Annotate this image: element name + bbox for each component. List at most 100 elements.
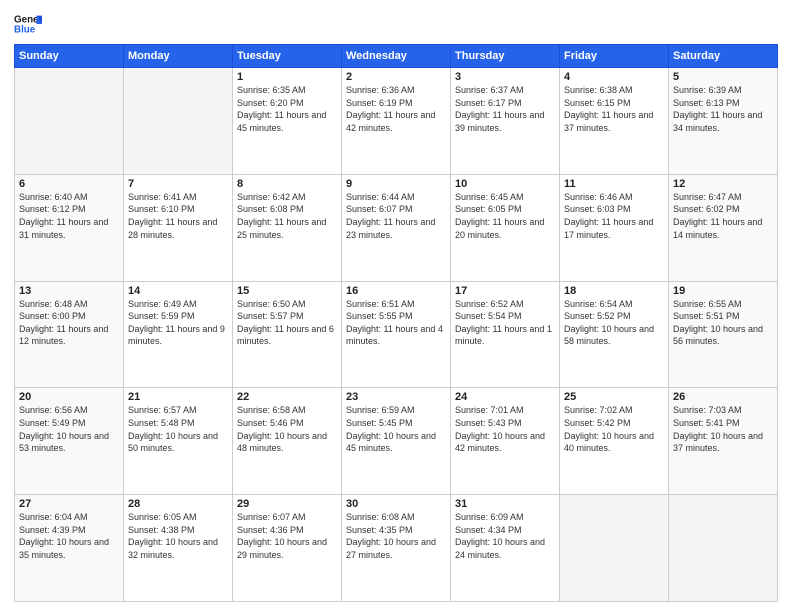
day-info: Sunrise: 6:49 AM Sunset: 5:59 PM Dayligh… [128, 298, 228, 348]
day-number: 15 [237, 285, 337, 297]
day-number: 5 [673, 71, 773, 83]
day-info: Sunrise: 6:44 AM Sunset: 6:07 PM Dayligh… [346, 191, 446, 241]
calendar-cell: 17Sunrise: 6:52 AM Sunset: 5:54 PM Dayli… [451, 281, 560, 388]
calendar-cell: 25Sunrise: 7:02 AM Sunset: 5:42 PM Dayli… [560, 388, 669, 495]
calendar-cell: 31Sunrise: 6:09 AM Sunset: 4:34 PM Dayli… [451, 495, 560, 602]
calendar-cell: 15Sunrise: 6:50 AM Sunset: 5:57 PM Dayli… [233, 281, 342, 388]
calendar-cell: 14Sunrise: 6:49 AM Sunset: 5:59 PM Dayli… [124, 281, 233, 388]
day-number: 2 [346, 71, 446, 83]
day-info: Sunrise: 6:57 AM Sunset: 5:48 PM Dayligh… [128, 404, 228, 454]
calendar-cell: 29Sunrise: 6:07 AM Sunset: 4:36 PM Dayli… [233, 495, 342, 602]
calendar-cell: 16Sunrise: 6:51 AM Sunset: 5:55 PM Dayli… [342, 281, 451, 388]
weekday-header: Friday [560, 45, 669, 68]
calendar-cell: 21Sunrise: 6:57 AM Sunset: 5:48 PM Dayli… [124, 388, 233, 495]
calendar-cell: 12Sunrise: 6:47 AM Sunset: 6:02 PM Dayli… [669, 174, 778, 281]
day-number: 8 [237, 178, 337, 190]
day-number: 6 [19, 178, 119, 190]
calendar-cell: 3Sunrise: 6:37 AM Sunset: 6:17 PM Daylig… [451, 68, 560, 175]
day-info: Sunrise: 6:54 AM Sunset: 5:52 PM Dayligh… [564, 298, 664, 348]
weekday-header: Tuesday [233, 45, 342, 68]
calendar-table: SundayMondayTuesdayWednesdayThursdayFrid… [14, 44, 778, 602]
day-number: 18 [564, 285, 664, 297]
calendar-cell: 26Sunrise: 7:03 AM Sunset: 5:41 PM Dayli… [669, 388, 778, 495]
calendar-cell: 28Sunrise: 6:05 AM Sunset: 4:38 PM Dayli… [124, 495, 233, 602]
calendar-cell: 24Sunrise: 7:01 AM Sunset: 5:43 PM Dayli… [451, 388, 560, 495]
day-info: Sunrise: 6:50 AM Sunset: 5:57 PM Dayligh… [237, 298, 337, 348]
day-info: Sunrise: 6:42 AM Sunset: 6:08 PM Dayligh… [237, 191, 337, 241]
calendar-cell: 5Sunrise: 6:39 AM Sunset: 6:13 PM Daylig… [669, 68, 778, 175]
calendar-cell: 27Sunrise: 6:04 AM Sunset: 4:39 PM Dayli… [15, 495, 124, 602]
day-number: 26 [673, 391, 773, 403]
logo-icon: General Blue [14, 10, 42, 38]
day-info: Sunrise: 6:51 AM Sunset: 5:55 PM Dayligh… [346, 298, 446, 348]
day-info: Sunrise: 7:01 AM Sunset: 5:43 PM Dayligh… [455, 404, 555, 454]
day-number: 4 [564, 71, 664, 83]
day-number: 22 [237, 391, 337, 403]
day-number: 7 [128, 178, 228, 190]
day-number: 14 [128, 285, 228, 297]
day-number: 31 [455, 498, 555, 510]
day-info: Sunrise: 6:07 AM Sunset: 4:36 PM Dayligh… [237, 511, 337, 561]
calendar-cell: 23Sunrise: 6:59 AM Sunset: 5:45 PM Dayli… [342, 388, 451, 495]
day-number: 24 [455, 391, 555, 403]
calendar-cell: 1Sunrise: 6:35 AM Sunset: 6:20 PM Daylig… [233, 68, 342, 175]
calendar-cell: 8Sunrise: 6:42 AM Sunset: 6:08 PM Daylig… [233, 174, 342, 281]
calendar-cell: 2Sunrise: 6:36 AM Sunset: 6:19 PM Daylig… [342, 68, 451, 175]
day-info: Sunrise: 6:04 AM Sunset: 4:39 PM Dayligh… [19, 511, 119, 561]
day-info: Sunrise: 6:08 AM Sunset: 4:35 PM Dayligh… [346, 511, 446, 561]
calendar-cell: 22Sunrise: 6:58 AM Sunset: 5:46 PM Dayli… [233, 388, 342, 495]
day-info: Sunrise: 6:05 AM Sunset: 4:38 PM Dayligh… [128, 511, 228, 561]
svg-text:Blue: Blue [14, 24, 36, 35]
weekday-header: Wednesday [342, 45, 451, 68]
day-number: 19 [673, 285, 773, 297]
day-info: Sunrise: 6:37 AM Sunset: 6:17 PM Dayligh… [455, 84, 555, 134]
calendar-cell: 6Sunrise: 6:40 AM Sunset: 6:12 PM Daylig… [15, 174, 124, 281]
day-number: 17 [455, 285, 555, 297]
calendar-cell [124, 68, 233, 175]
day-number: 11 [564, 178, 664, 190]
day-number: 30 [346, 498, 446, 510]
day-info: Sunrise: 6:48 AM Sunset: 6:00 PM Dayligh… [19, 298, 119, 348]
day-number: 23 [346, 391, 446, 403]
calendar-cell: 11Sunrise: 6:46 AM Sunset: 6:03 PM Dayli… [560, 174, 669, 281]
day-number: 9 [346, 178, 446, 190]
calendar-cell [15, 68, 124, 175]
day-number: 12 [673, 178, 773, 190]
calendar-cell: 7Sunrise: 6:41 AM Sunset: 6:10 PM Daylig… [124, 174, 233, 281]
day-info: Sunrise: 6:46 AM Sunset: 6:03 PM Dayligh… [564, 191, 664, 241]
day-number: 16 [346, 285, 446, 297]
day-number: 10 [455, 178, 555, 190]
day-info: Sunrise: 6:58 AM Sunset: 5:46 PM Dayligh… [237, 404, 337, 454]
calendar-cell: 30Sunrise: 6:08 AM Sunset: 4:35 PM Dayli… [342, 495, 451, 602]
weekday-header: Saturday [669, 45, 778, 68]
day-info: Sunrise: 6:39 AM Sunset: 6:13 PM Dayligh… [673, 84, 773, 134]
calendar-cell [669, 495, 778, 602]
day-number: 1 [237, 71, 337, 83]
calendar-cell: 20Sunrise: 6:56 AM Sunset: 5:49 PM Dayli… [15, 388, 124, 495]
weekday-header: Sunday [15, 45, 124, 68]
day-info: Sunrise: 6:41 AM Sunset: 6:10 PM Dayligh… [128, 191, 228, 241]
day-info: Sunrise: 6:09 AM Sunset: 4:34 PM Dayligh… [455, 511, 555, 561]
day-info: Sunrise: 6:36 AM Sunset: 6:19 PM Dayligh… [346, 84, 446, 134]
day-number: 25 [564, 391, 664, 403]
calendar-cell: 18Sunrise: 6:54 AM Sunset: 5:52 PM Dayli… [560, 281, 669, 388]
calendar-cell: 13Sunrise: 6:48 AM Sunset: 6:00 PM Dayli… [15, 281, 124, 388]
calendar-cell: 9Sunrise: 6:44 AM Sunset: 6:07 PM Daylig… [342, 174, 451, 281]
day-info: Sunrise: 7:03 AM Sunset: 5:41 PM Dayligh… [673, 404, 773, 454]
calendar-cell: 10Sunrise: 6:45 AM Sunset: 6:05 PM Dayli… [451, 174, 560, 281]
day-number: 27 [19, 498, 119, 510]
day-number: 21 [128, 391, 228, 403]
calendar-cell: 4Sunrise: 6:38 AM Sunset: 6:15 PM Daylig… [560, 68, 669, 175]
day-number: 13 [19, 285, 119, 297]
day-info: Sunrise: 6:55 AM Sunset: 5:51 PM Dayligh… [673, 298, 773, 348]
day-info: Sunrise: 6:59 AM Sunset: 5:45 PM Dayligh… [346, 404, 446, 454]
weekday-header: Monday [124, 45, 233, 68]
day-info: Sunrise: 7:02 AM Sunset: 5:42 PM Dayligh… [564, 404, 664, 454]
day-info: Sunrise: 6:56 AM Sunset: 5:49 PM Dayligh… [19, 404, 119, 454]
calendar-cell [560, 495, 669, 602]
day-info: Sunrise: 6:40 AM Sunset: 6:12 PM Dayligh… [19, 191, 119, 241]
day-number: 20 [19, 391, 119, 403]
day-info: Sunrise: 6:45 AM Sunset: 6:05 PM Dayligh… [455, 191, 555, 241]
weekday-header: Thursday [451, 45, 560, 68]
day-info: Sunrise: 6:38 AM Sunset: 6:15 PM Dayligh… [564, 84, 664, 134]
